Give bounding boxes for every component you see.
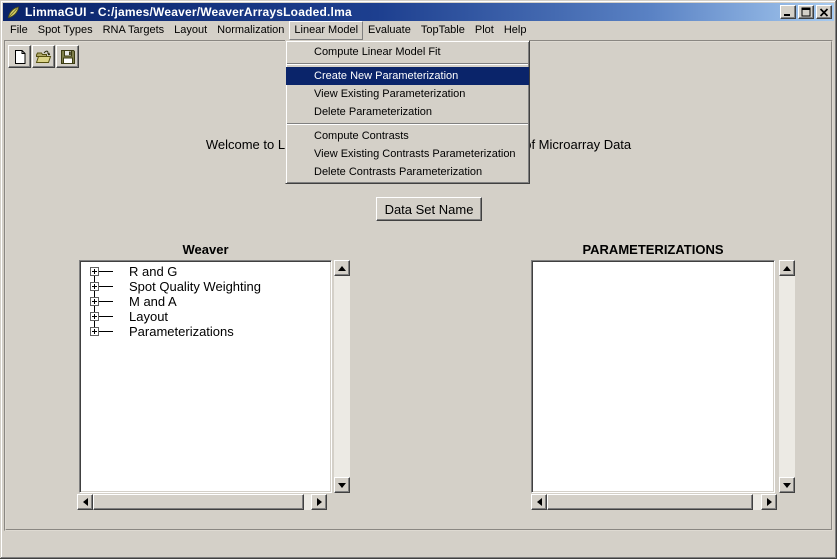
expand-plus-icon[interactable]	[90, 282, 99, 291]
weaver-tree-listbox[interactable]: R and G Spot Quality Weighting M and A L…	[79, 260, 332, 493]
menubar-item-help[interactable]: Help	[499, 21, 532, 40]
menubar-item-evaluate[interactable]: Evaluate	[363, 21, 416, 40]
scroll-down-button[interactable]	[334, 477, 350, 493]
scroll-down-button[interactable]	[779, 477, 795, 493]
tree-branch-line	[99, 271, 113, 272]
horizontal-scroll-thumb[interactable]	[547, 494, 753, 510]
window-controls	[780, 5, 832, 19]
tree-item-r-and-g[interactable]: R and G	[80, 264, 331, 279]
parameterizations-vertical-scrollbar[interactable]	[779, 260, 795, 493]
expand-plus-icon[interactable]	[90, 297, 99, 306]
tree-item-label: Spot Quality Weighting	[129, 279, 261, 294]
menu-bar: File Spot Types RNA Targets Layout Norma…	[3, 21, 834, 40]
menubar-item-spot-types[interactable]: Spot Types	[33, 21, 98, 40]
close-button[interactable]	[816, 5, 832, 19]
new-file-button[interactable]	[8, 45, 31, 68]
menu-item-view-existing-parameterization[interactable]: View Existing Parameterization	[286, 85, 529, 103]
tree-item-label: M and A	[129, 294, 177, 309]
menu-separator	[287, 63, 528, 65]
tree-branch-line	[99, 301, 113, 302]
linear-model-dropdown-menu: Compute Linear Model Fit Create New Para…	[285, 40, 530, 184]
weaver-tree: R and G Spot Quality Weighting M and A L…	[80, 261, 331, 339]
title-bar[interactable]: LimmaGUI - C:/james/Weaver/WeaverArraysL…	[3, 3, 834, 21]
arrow-up-icon	[338, 266, 346, 271]
tk-feather-icon	[6, 5, 21, 20]
scroll-right-button[interactable]	[761, 494, 777, 510]
parameterizations-horizontal-scrollbar[interactable]	[531, 494, 777, 510]
data-set-name-button[interactable]: Data Set Name	[376, 197, 482, 221]
minimize-icon	[783, 7, 793, 17]
tree-item-label: Layout	[129, 309, 168, 324]
menubar-item-toptable[interactable]: TopTable	[416, 21, 470, 40]
menu-separator	[287, 123, 528, 125]
scroll-right-button[interactable]	[311, 494, 327, 510]
expand-plus-icon[interactable]	[90, 312, 99, 321]
limmagui-window: LimmaGUI - C:/james/Weaver/WeaverArraysL…	[0, 0, 837, 559]
arrow-left-icon	[537, 498, 542, 506]
open-file-button[interactable]	[32, 45, 55, 68]
save-floppy-icon	[60, 49, 76, 65]
minimize-button[interactable]	[780, 5, 796, 19]
close-icon	[819, 8, 829, 17]
menu-item-compute-contrasts[interactable]: Compute Contrasts	[286, 127, 529, 145]
menubar-item-plot[interactable]: Plot	[470, 21, 499, 40]
save-file-button[interactable]	[56, 45, 79, 68]
maximize-button[interactable]	[798, 5, 814, 19]
menubar-item-file[interactable]: File	[5, 21, 33, 40]
parameterizations-listbox[interactable]	[531, 260, 775, 493]
menubar-item-linear-model[interactable]: Linear Model	[289, 21, 363, 40]
tree-branch-line	[99, 316, 113, 317]
arrow-right-icon	[317, 498, 322, 506]
scroll-up-button[interactable]	[334, 260, 350, 276]
toolbar	[8, 45, 79, 68]
menubar-item-rna-targets[interactable]: RNA Targets	[98, 21, 170, 40]
menubar-item-normalization[interactable]: Normalization	[212, 21, 289, 40]
weaver-horizontal-scrollbar[interactable]	[77, 494, 327, 510]
menu-item-view-existing-contrasts-parameterization[interactable]: View Existing Contrasts Parameterization	[286, 145, 529, 163]
tree-item-spot-quality-weighting[interactable]: Spot Quality Weighting	[80, 279, 331, 294]
tree-item-label: Parameterizations	[129, 324, 234, 339]
tree-item-m-and-a[interactable]: M and A	[80, 294, 331, 309]
expand-plus-icon[interactable]	[90, 267, 99, 276]
scroll-up-button[interactable]	[779, 260, 795, 276]
tree-item-label: R and G	[129, 264, 177, 279]
expand-plus-icon[interactable]	[90, 327, 99, 336]
maximize-icon	[801, 7, 811, 17]
right-panel-title: PARAMETERIZATIONS	[531, 242, 775, 257]
new-document-icon	[12, 49, 28, 65]
menu-item-create-new-parameterization[interactable]: Create New Parameterization	[286, 67, 529, 85]
arrow-down-icon	[783, 483, 791, 488]
tree-item-layout[interactable]: Layout	[80, 309, 331, 324]
arrow-left-icon	[83, 498, 88, 506]
left-panel-title: Weaver	[79, 242, 332, 257]
scroll-left-button[interactable]	[77, 494, 93, 510]
tree-item-parameterizations[interactable]: Parameterizations	[80, 324, 331, 339]
weaver-vertical-scrollbar[interactable]	[334, 260, 350, 493]
menu-item-delete-contrasts-parameterization[interactable]: Delete Contrasts Parameterization	[286, 163, 529, 181]
menu-item-compute-linear-model-fit[interactable]: Compute Linear Model Fit	[286, 43, 529, 61]
menu-item-delete-parameterization[interactable]: Delete Parameterization	[286, 103, 529, 121]
horizontal-scroll-thumb[interactable]	[93, 494, 304, 510]
tree-branch-line	[99, 286, 113, 287]
tree-branch-line	[99, 331, 113, 332]
arrow-right-icon	[767, 498, 772, 506]
window-title: LimmaGUI - C:/james/Weaver/WeaverArraysL…	[25, 5, 352, 19]
scroll-left-button[interactable]	[531, 494, 547, 510]
arrow-up-icon	[783, 266, 791, 271]
menubar-item-layout[interactable]: Layout	[169, 21, 212, 40]
arrow-down-icon	[338, 483, 346, 488]
open-folder-icon	[35, 49, 52, 65]
